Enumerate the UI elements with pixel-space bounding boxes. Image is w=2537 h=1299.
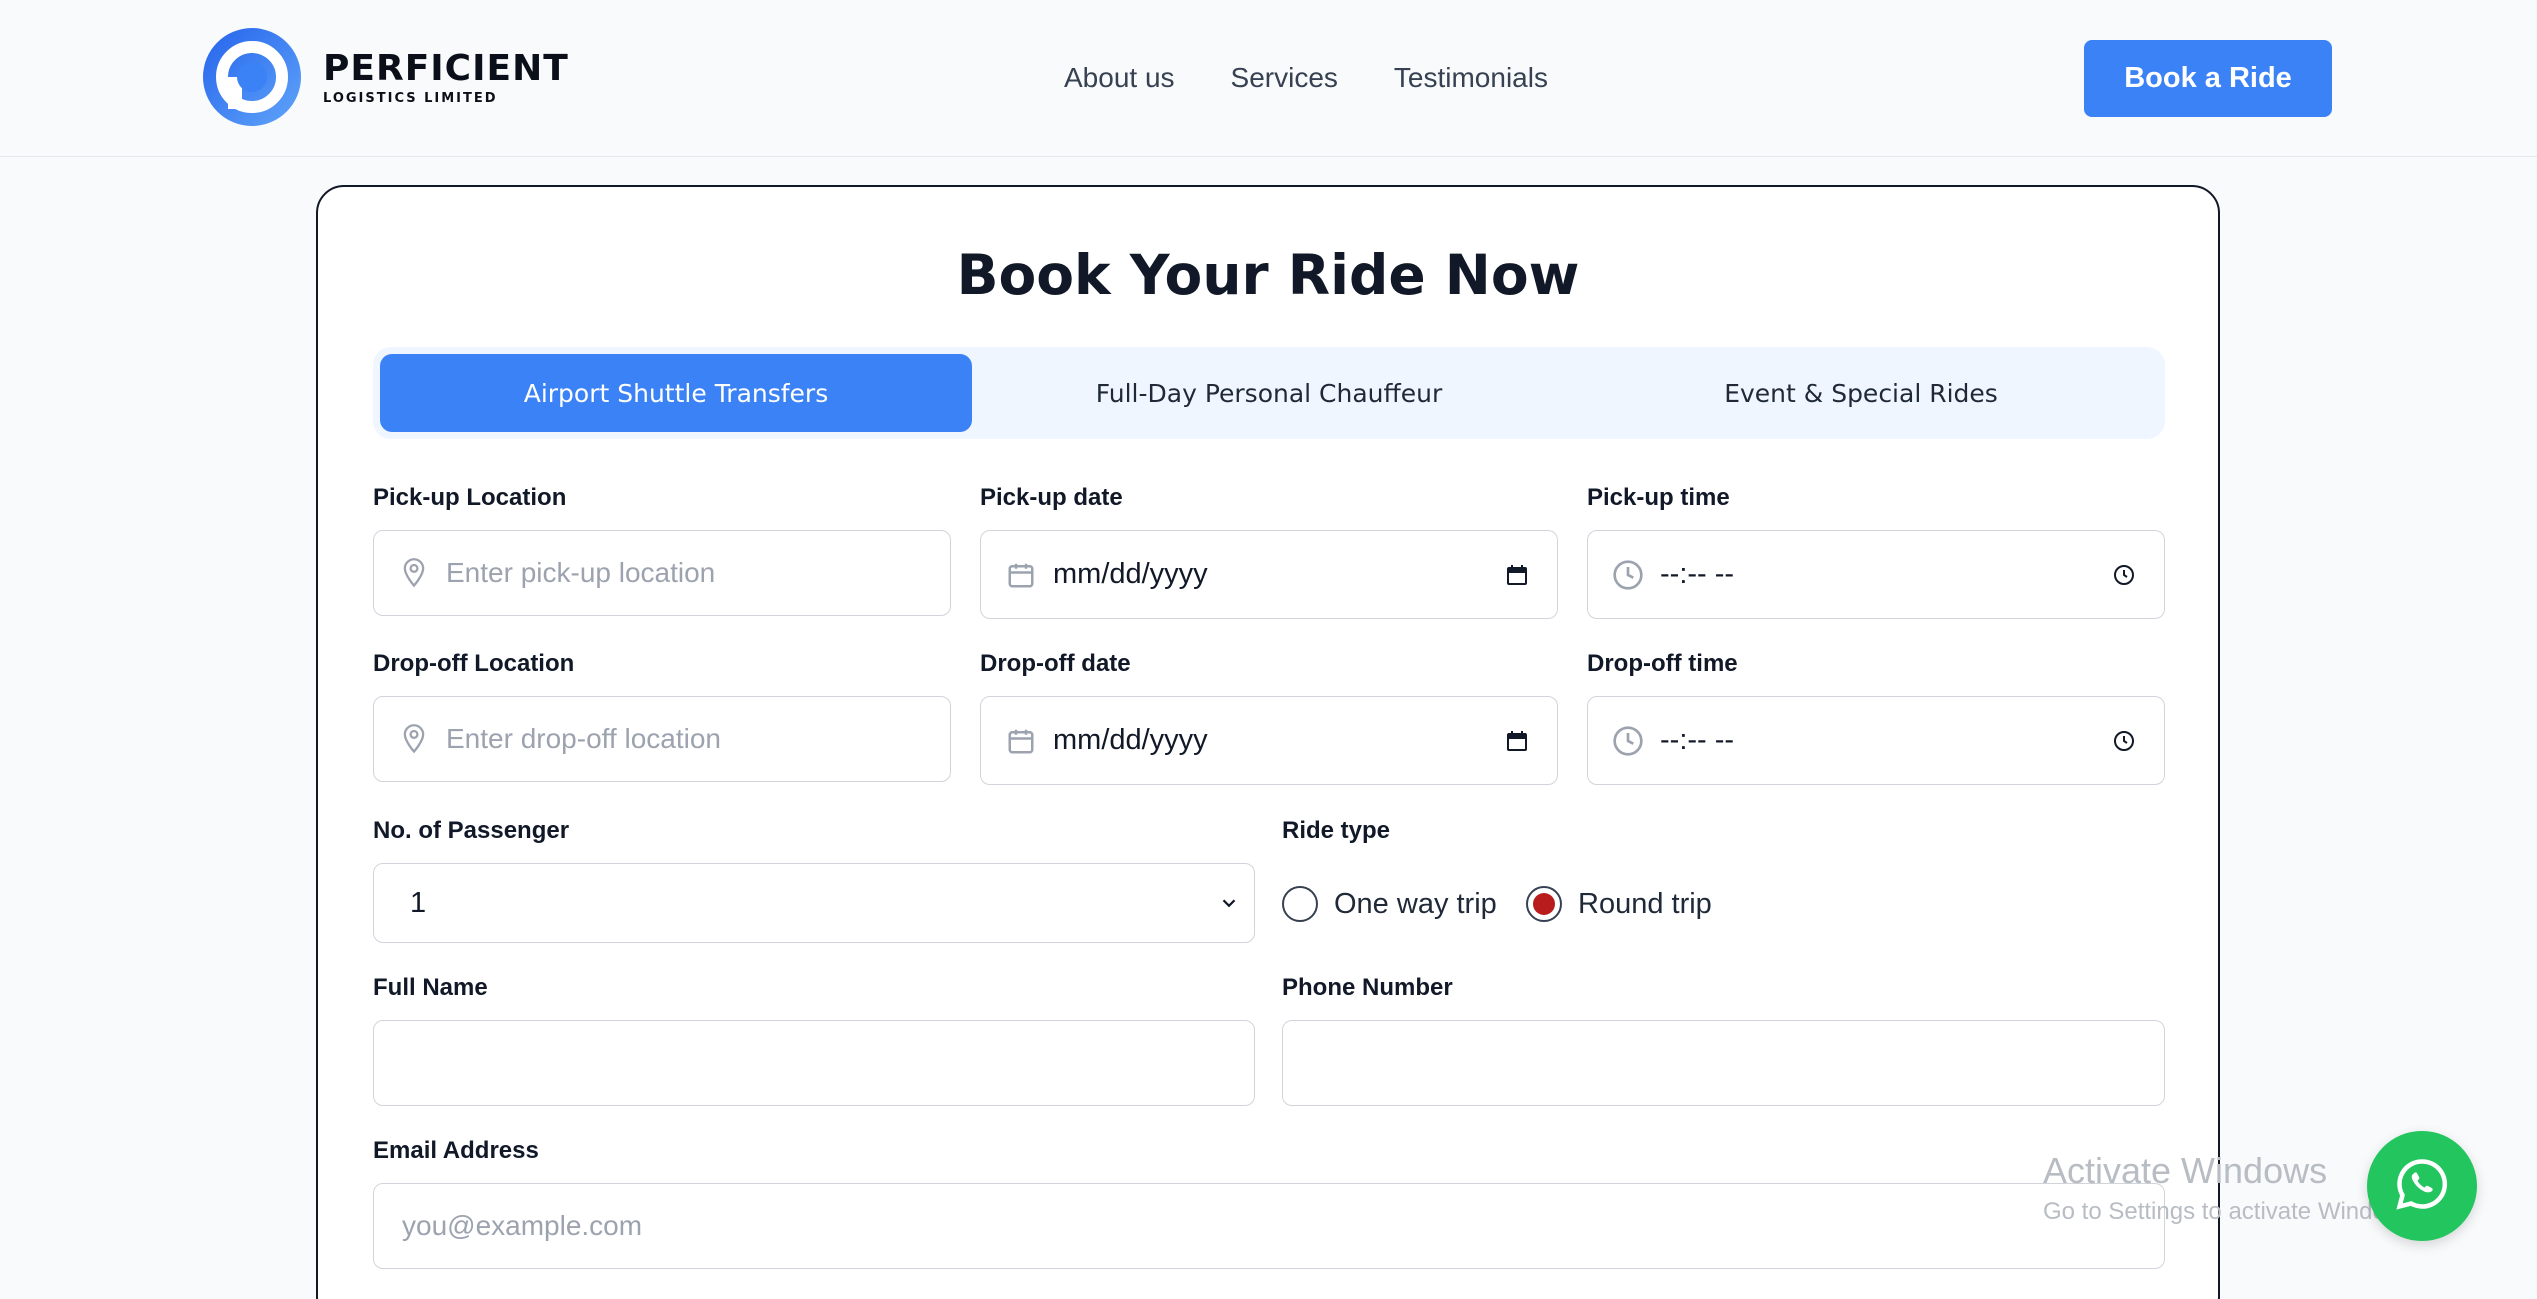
radio-one-way[interactable] xyxy=(1282,886,1318,922)
booking-title: Book Your Ride Now xyxy=(956,243,1580,307)
calendar-picker-icon[interactable] xyxy=(1505,729,1529,753)
phone-number-field[interactable] xyxy=(1282,1020,2165,1106)
radio-selected-dot xyxy=(1533,893,1555,915)
email-field[interactable] xyxy=(373,1183,2165,1269)
dropoff-time-field[interactable]: --:-- -- xyxy=(1587,696,2165,785)
service-tabs: Airport Shuttle Transfers Full-Day Perso… xyxy=(373,347,2165,439)
dropoff-time-label: Drop-off time xyxy=(1587,650,1738,677)
whatsapp-button[interactable] xyxy=(2367,1131,2477,1241)
time-picker-icon[interactable] xyxy=(2112,729,2136,753)
phone-number-input[interactable] xyxy=(1283,1021,2164,1105)
site-header: PERFICIENT LOGISTICS LIMITED About us Se… xyxy=(0,0,2537,157)
ride-type-label: Ride type xyxy=(1282,817,1391,844)
round-trip-label: Round trip xyxy=(1578,887,1712,920)
pickup-time-value: --:-- -- xyxy=(1660,558,1735,590)
pickup-date-field[interactable]: mm/dd/yyyy xyxy=(980,530,1558,619)
main-nav: About us Services Testimonials xyxy=(1064,60,1548,96)
calendar-icon xyxy=(1001,726,1041,756)
dropoff-date-label: Drop-off date xyxy=(980,650,1131,677)
passenger-count-label: No. of Passenger xyxy=(373,817,570,844)
calendar-picker-icon[interactable] xyxy=(1505,563,1529,587)
full-name-field[interactable] xyxy=(373,1020,1255,1106)
pickup-location-label: Pick-up Location xyxy=(373,484,567,511)
map-pin-icon xyxy=(394,723,434,755)
nav-link-services[interactable]: Services xyxy=(1231,60,1338,96)
tab-airport-shuttle[interactable]: Airport Shuttle Transfers xyxy=(380,354,972,432)
dropoff-date-value: mm/dd/yyyy xyxy=(1053,724,1208,756)
email-input[interactable] xyxy=(374,1184,2164,1268)
brand-subtitle: LOGISTICS LIMITED xyxy=(323,90,498,106)
dropoff-time-value: --:-- -- xyxy=(1660,724,1735,756)
watermark-line-2: Go to Settings to activate Windows. xyxy=(2043,1198,2422,1225)
dropoff-location-field[interactable] xyxy=(373,696,951,782)
pickup-location-input[interactable] xyxy=(446,531,950,615)
email-label: Email Address xyxy=(373,1137,539,1164)
dropoff-location-input[interactable] xyxy=(446,697,950,781)
pickup-location-field[interactable] xyxy=(373,530,951,616)
clock-icon xyxy=(1608,559,1648,591)
dropoff-date-field[interactable]: mm/dd/yyyy xyxy=(980,696,1558,785)
logo-icon xyxy=(203,28,301,126)
full-name-label: Full Name xyxy=(373,974,488,1001)
tab-personal-chauffeur[interactable]: Full-Day Personal Chauffeur xyxy=(973,354,1565,432)
nav-link-testimonials[interactable]: Testimonials xyxy=(1394,60,1548,96)
brand-title: PERFICIENT xyxy=(323,47,569,89)
passenger-count-value: 1 xyxy=(410,886,427,919)
pickup-date-value: mm/dd/yyyy xyxy=(1053,558,1208,590)
booking-card: Book Your Ride Now Airport Shuttle Trans… xyxy=(316,185,2220,1299)
nav-link-about[interactable]: About us xyxy=(1064,60,1175,96)
tab-event-rides[interactable]: Event & Special Rides xyxy=(1565,354,2157,432)
calendar-icon xyxy=(1001,560,1041,590)
book-a-ride-button[interactable]: Book a Ride xyxy=(2084,40,2332,117)
ride-type-round-trip[interactable]: Round trip xyxy=(1526,886,1712,922)
whatsapp-icon xyxy=(2392,1154,2452,1219)
chevron-down-icon xyxy=(1218,892,1240,914)
pickup-date-label: Pick-up date xyxy=(980,484,1123,511)
one-way-label: One way trip xyxy=(1334,887,1497,920)
map-pin-icon xyxy=(394,557,434,589)
pickup-time-label: Pick-up time xyxy=(1587,484,1730,511)
radio-round-trip[interactable] xyxy=(1526,886,1562,922)
full-name-input[interactable] xyxy=(374,1021,1254,1105)
passenger-count-select[interactable]: 1 xyxy=(373,863,1255,943)
pickup-time-field[interactable]: --:-- -- xyxy=(1587,530,2165,619)
brand-logo[interactable]: PERFICIENT LOGISTICS LIMITED xyxy=(203,28,569,126)
clock-icon xyxy=(1608,725,1648,757)
time-picker-icon[interactable] xyxy=(2112,563,2136,587)
ride-type-one-way[interactable]: One way trip xyxy=(1282,886,1497,922)
phone-number-label: Phone Number xyxy=(1282,974,1453,1001)
activate-windows-watermark: Activate Windows Go to Settings to activ… xyxy=(2043,1150,2422,1226)
dropoff-location-label: Drop-off Location xyxy=(373,650,575,677)
watermark-line-1: Activate Windows xyxy=(2043,1150,2328,1191)
